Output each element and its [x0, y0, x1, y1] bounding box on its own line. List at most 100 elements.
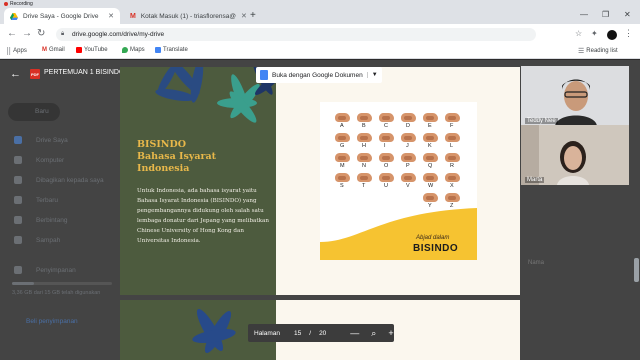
star-icon [14, 216, 22, 224]
alphabet-letter: F [450, 123, 454, 129]
hand-sign-icon [382, 136, 390, 140]
bookmark-apps[interactable]: ⣿ Apps [6, 47, 27, 55]
bookmark-star-icon[interactable]: ☆ [575, 29, 582, 38]
alphabet-sign-a: A [332, 112, 354, 132]
alphabet-card: ABCDEFGHIJKLMNOPQRSTUVWXYZ Abjad dalam B… [320, 102, 477, 260]
alphabet-sign-c: C [376, 112, 398, 132]
sidebar-item-my-drive[interactable]: Drive Saya [36, 137, 68, 144]
window-close-icon[interactable]: ✕ [624, 10, 631, 19]
hand-sign-icon [448, 116, 456, 120]
tab-drive[interactable]: Drive Saya - Google Drive ✕ [4, 8, 120, 24]
alphabet-letter: V [406, 183, 410, 189]
maximize-icon[interactable]: ❐ [602, 10, 609, 19]
alphabet-letter: X [450, 183, 454, 189]
hand-sign-icon [448, 156, 456, 160]
screen: Recording Drive Saya - Google Drive ✕ M … [0, 0, 640, 360]
sidebar-item-storage[interactable]: Penyimpanan [36, 267, 76, 274]
sidebar-item-computers[interactable]: Komputer [36, 157, 64, 164]
tab-gmail[interactable]: M Kotak Masuk (1) - triasflorensa@ ✕ [124, 8, 247, 24]
sidebar-item-starred[interactable]: Berbintang [36, 217, 67, 224]
storage-progress-fill [12, 282, 35, 285]
alphabet-sign-x: X [442, 172, 464, 192]
reading-list[interactable]: ☰ Reading list [578, 47, 618, 55]
slide-page-15: BISINDO Bahasa Isyarat Indonesia Untuk I… [120, 67, 520, 295]
person-avatar [521, 66, 629, 126]
alphabet-sign-e: E [420, 112, 442, 132]
page-number-input[interactable]: 15 [294, 330, 301, 337]
back-arrow-icon[interactable]: ← [10, 68, 21, 80]
close-icon[interactable]: ✕ [108, 12, 114, 20]
alphabet-letter: T [362, 183, 366, 189]
open-with-button[interactable]: Buka dengan Google Dokumen ▼ [256, 67, 382, 83]
alphabet-sign-j: J [398, 132, 420, 152]
zoom-out-icon[interactable]: — [350, 328, 359, 338]
hand-sign-icon [338, 116, 346, 120]
alphabet-sign-l: L [442, 132, 464, 152]
reading-list-icon: ☰ [578, 48, 585, 55]
extensions-icon[interactable]: ✦ [591, 29, 598, 38]
sidebar-item-shared[interactable]: Dibagikan kepada saya [36, 177, 104, 184]
alphabet-letter: N [362, 163, 366, 169]
slide-title: BISINDO Bahasa Isyarat Indonesia [137, 139, 272, 175]
alphabet-letter: P [406, 163, 410, 169]
hand-sign-icon [338, 136, 346, 140]
storage-text: 3,36 GB dari 15 GB telah digunakan [12, 290, 101, 296]
alphabet-letter: D [406, 123, 410, 129]
more-menu-icon[interactable]: ⋮ [624, 28, 633, 39]
trash-icon [14, 236, 22, 244]
bookmark-youtube[interactable]: YouTube [76, 47, 108, 53]
scrollbar[interactable] [634, 258, 639, 282]
bookmark-translate[interactable]: Translate [155, 47, 188, 53]
hand-sign-icon [448, 136, 456, 140]
participant-name: Teddy Nee [525, 118, 558, 124]
alphabet-sign-w: W [420, 172, 442, 192]
sidebar-item-trash[interactable]: Sampah [36, 237, 60, 244]
bookmark-maps[interactable]: Maps [122, 47, 145, 53]
hand-sign-icon [404, 116, 412, 120]
reload-icon[interactable]: ↻ [37, 28, 45, 39]
alphabet-sign-f: F [442, 112, 464, 132]
zoom-search-icon[interactable]: ⌕ [371, 328, 376, 339]
slide-title-line: Indonesia [137, 163, 190, 174]
video-tile-teddy[interactable]: Teddy Nee [521, 66, 629, 126]
recent-icon [14, 196, 22, 204]
caption-small: Abjad dalam [416, 235, 450, 241]
hand-sign-icon [426, 116, 434, 120]
back-icon[interactable]: ← [7, 28, 17, 39]
bookmark-label: Apps [13, 48, 27, 54]
alphabet-sign-u: U [376, 172, 398, 192]
alphabet-letter: U [384, 183, 388, 189]
browser-toolbar: ← → ↻ 🔒︎ drive.google.com/drive/my-drive… [0, 24, 640, 45]
storage-progress [12, 282, 112, 285]
alphabet-sign-i: I [376, 132, 398, 152]
address-bar[interactable]: 🔒︎ drive.google.com/drive/my-drive [56, 28, 536, 41]
hand-sign-icon [382, 156, 390, 160]
bookmark-gmail[interactable]: M Gmail [42, 47, 65, 53]
close-icon[interactable]: ✕ [241, 12, 247, 20]
hand-sign-icon [448, 176, 456, 180]
cloud-icon [14, 266, 22, 274]
participant-name: Marta [525, 177, 545, 183]
chevron-down-icon[interactable]: ▼ [366, 72, 378, 78]
bookmark-label: YouTube [84, 47, 108, 53]
shared-icon [14, 176, 22, 184]
alphabet-sign-n: N [354, 152, 376, 172]
zoom-in-icon[interactable]: + [388, 328, 393, 338]
caption-big: BISINDO [413, 243, 459, 254]
profile-avatar[interactable] [607, 30, 617, 40]
alphabet-letter: K [428, 143, 432, 149]
forward-icon[interactable]: → [22, 28, 32, 39]
new-tab-button[interactable]: + [250, 10, 256, 21]
buy-storage-link[interactable]: Beli penyimpanan [26, 318, 78, 325]
hand-sign-icon [404, 156, 412, 160]
bookmark-label: Maps [130, 47, 145, 53]
page-label: Halaman [254, 329, 281, 337]
sidebar-item-recent[interactable]: Terbaru [36, 197, 58, 204]
person-avatar [521, 125, 629, 185]
minimize-icon[interactable]: — [580, 10, 588, 19]
open-with-label: Buka dengan Google Dokumen [272, 71, 363, 79]
alphabet-letter: S [340, 183, 344, 189]
video-tile-marta[interactable]: Marta [521, 125, 629, 185]
total-pages: 20 [319, 329, 327, 337]
alphabet-sign-t: T [354, 172, 376, 192]
